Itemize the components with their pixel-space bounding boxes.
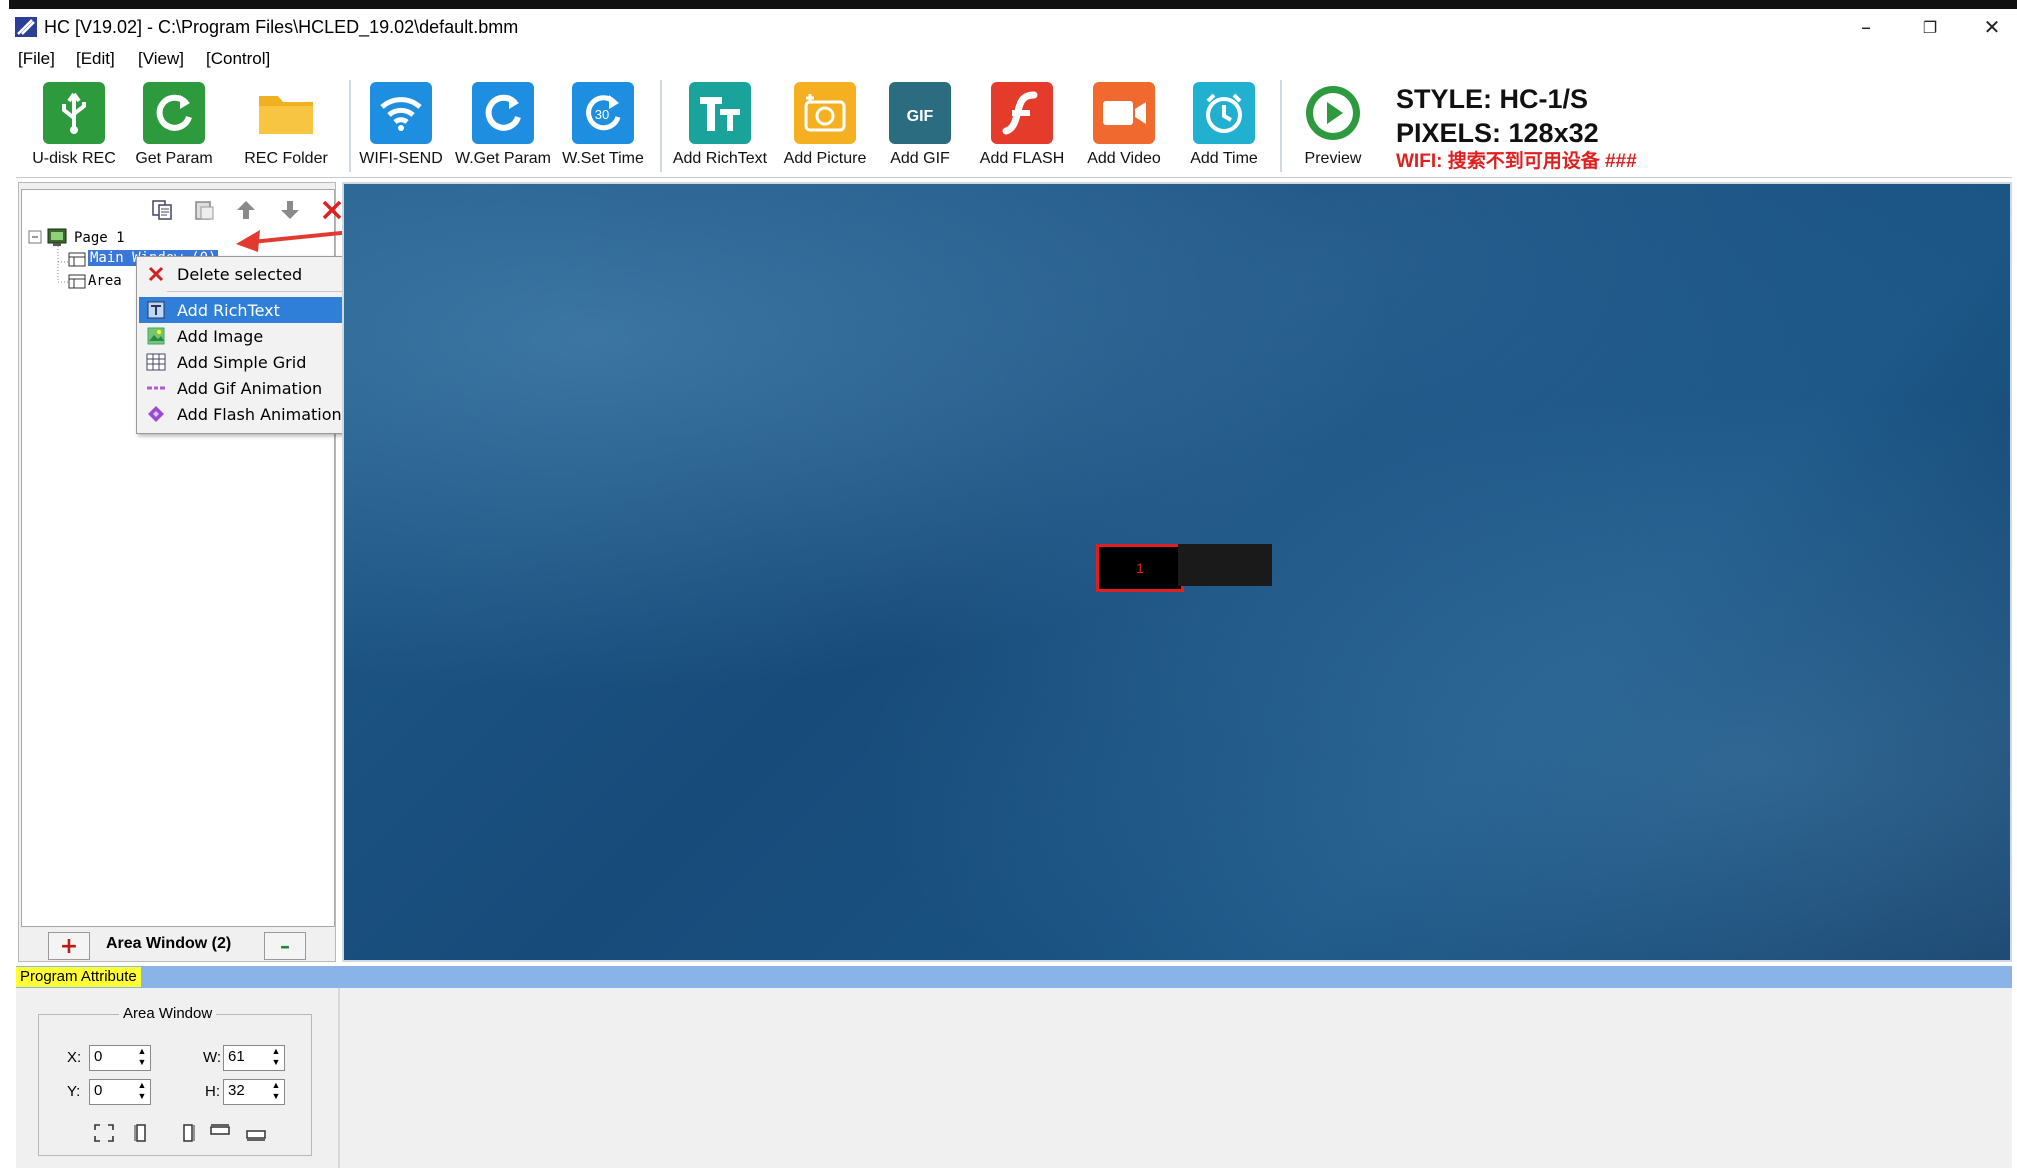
u-disk-rec-button[interactable]: U-disk REC [32,82,116,178]
left-border [0,0,9,1168]
w-label: W: [203,1049,222,1066]
align-right-icon[interactable] [177,1123,199,1143]
rec-folder-button[interactable]: REC Folder [244,82,328,178]
x-label: X: [67,1049,82,1066]
gif-icon: GIF [889,82,951,144]
menu-file[interactable]: [File] [18,49,55,69]
y-label: Y: [67,1083,81,1100]
close-button[interactable]: ✕ [1962,12,2017,42]
refresh-icon [143,82,205,144]
tree-node-page[interactable]: Page 1 [74,230,125,246]
align-top-icon[interactable] [209,1123,231,1143]
richtext-icon [689,82,751,144]
minimize-button[interactable]: – [1836,12,1896,42]
get-param-button[interactable]: Get Param [134,82,214,178]
picture-icon [794,82,856,144]
video-icon [1093,82,1155,144]
area-window-bar: + Area Window (2) – [18,928,336,964]
menu-bar: [File] [Edit] [View] [Control] [10,46,2010,74]
delete-icon [145,264,167,284]
grid-icon [145,352,167,372]
area-window-count: Area Window (2) [106,935,232,952]
collapse-icon[interactable] [28,230,44,246]
add-area-button[interactable]: + [48,932,90,960]
area-window-preview[interactable] [1178,544,1272,586]
svg-text:GIF: GIF [907,108,934,125]
menu-view[interactable]: [View] [138,49,184,69]
wifi-send-button[interactable]: WIFI-SEND [359,82,443,178]
spin-arrows-icon[interactable]: ▲ ▼ [270,1046,282,1068]
align-bottom-icon[interactable] [245,1123,267,1143]
menu-control[interactable]: [Control] [206,49,270,69]
title-bar: HC [V19.02] - C:\Program Files\HCLED_19.… [10,10,2010,46]
fullscreen-icon[interactable] [93,1123,115,1143]
preview-button[interactable]: Preview [1296,82,1370,178]
w-input[interactable]: 61 ▲ ▼ [223,1045,285,1071]
remove-area-button[interactable]: – [264,932,306,960]
toolbar-separator [1280,80,1282,172]
toolbar: U-disk REC Get Param REC Folder WIFI-SEN… [16,74,2012,178]
attribute-bar: Program Attribute [16,966,2012,988]
svg-text:30: 30 [595,107,609,122]
page-icon [47,228,67,246]
richtext-icon [145,300,167,320]
x-input[interactable]: 0 ▲ ▼ [89,1045,151,1071]
timer-icon: 30 [572,82,634,144]
window-title: HC [V19.02] - C:\Program Files\HCLED_19.… [44,17,519,37]
add-gif-button[interactable]: GIF Add GIF [880,82,960,178]
gif-animation-icon [145,378,167,398]
style-info: STYLE: HC-1/S [1396,84,1589,114]
attribute-panel: Area Window X: 0 ▲ ▼ W: 61 ▲ ▼ Y: 0 ▲ ▼ H: 32 ▲… [16,988,2012,1168]
h-label: H: [205,1083,220,1100]
h-input[interactable]: 32 ▲ ▼ [223,1079,285,1105]
tree-node-area[interactable]: Area [88,273,122,289]
flash-icon [991,82,1053,144]
group-title: Area Window [119,1005,217,1022]
clock-icon [1193,82,1255,144]
panel-divider [338,988,340,1168]
add-time-button[interactable]: Add Time [1182,82,1266,178]
refresh-icon [472,82,534,144]
toolbar-separator [349,80,351,172]
align-left-icon[interactable] [131,1123,153,1143]
main-window-preview[interactable]: 1 [1096,544,1184,592]
wifi-icon [370,82,432,144]
add-flash-button[interactable]: Add FLASH [980,82,1064,178]
pixels-info: PIXELS: 128x32 [1396,118,1599,148]
w-get-param-button[interactable]: W.Get Param [455,82,551,178]
flash-animation-icon [145,404,167,424]
y-input[interactable]: 0 ▲ ▼ [89,1079,151,1105]
add-richtext-button[interactable]: Add RichText [670,82,770,178]
image-icon [145,326,167,346]
device-info-panel: STYLE: HC-1/S PIXELS: 128x32 WIFI: 搜索不到可… [1396,82,1696,172]
copy-icon[interactable] [148,196,176,224]
spin-arrows-icon[interactable]: ▲ ▼ [270,1080,282,1102]
add-video-button[interactable]: Add Video [1082,82,1166,178]
folder-icon [255,82,317,144]
restore-button[interactable]: ❐ [1900,12,1960,42]
spin-arrows-icon[interactable]: ▲ ▼ [136,1080,148,1102]
add-picture-button[interactable]: Add Picture [780,82,870,178]
app-icon [15,17,37,37]
window-icon [68,252,86,267]
wifi-status: WIFI: 搜索不到可用设备 ### [1396,151,1637,172]
top-border [0,0,2017,9]
led-canvas[interactable]: 1 [342,182,2012,962]
paste-icon[interactable] [190,196,218,224]
usb-icon [43,82,105,144]
menu-edit[interactable]: [Edit] [76,49,115,69]
window-icon [68,274,86,289]
play-icon [1302,82,1364,144]
spin-arrows-icon[interactable]: ▲ ▼ [136,1046,148,1068]
w-set-time-button[interactable]: 30 W.Set Time [556,82,650,178]
program-attribute-tab[interactable]: Program Attribute [16,967,141,987]
toolbar-separator [660,80,662,172]
area-window-group: Area Window X: 0 ▲ ▼ W: 61 ▲ ▼ Y: 0 ▲ ▼ H: 32 ▲… [38,1005,312,1156]
